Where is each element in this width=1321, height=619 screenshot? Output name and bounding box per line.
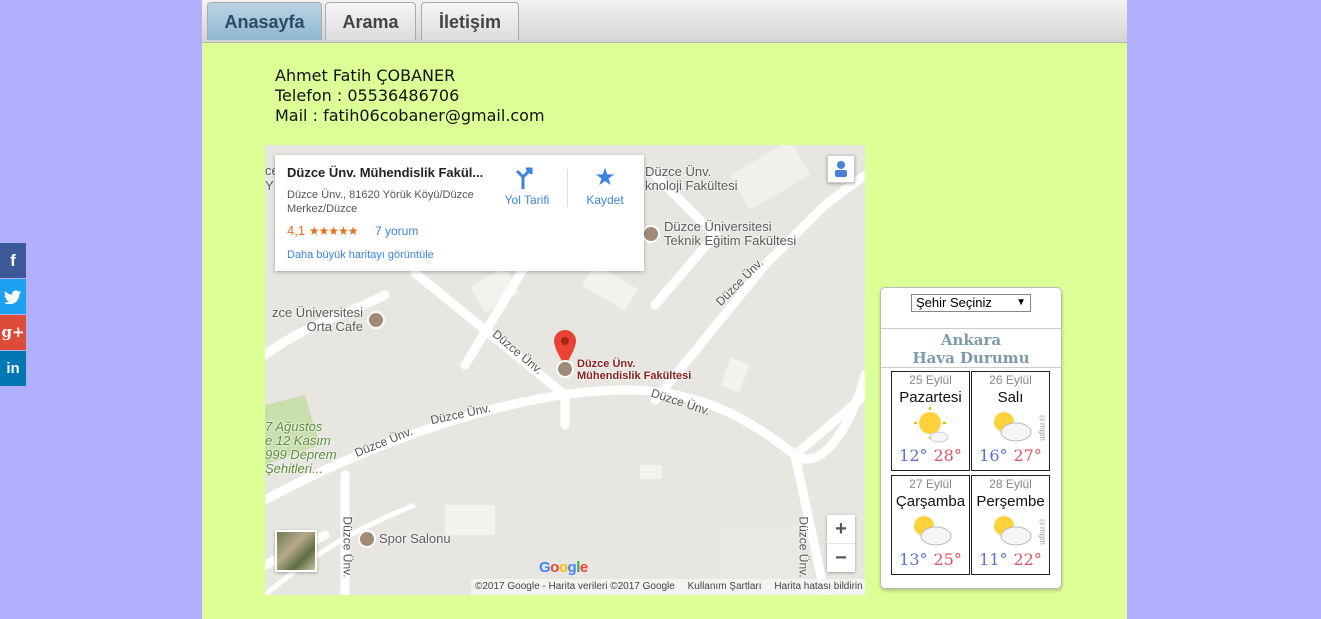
- forecast-day-name: Salı: [997, 389, 1024, 406]
- cafe-poi-icon: [367, 311, 385, 329]
- place-address: Düzce Ünv., 81620 Yörük Köyü/Düzce Merke…: [287, 189, 474, 215]
- mgm-credit: ©mgm: [1038, 518, 1047, 545]
- google-logo: Google: [539, 559, 588, 576]
- forecast-date: 27 Eylül: [909, 477, 952, 491]
- weather-heading: Ankara Hava Durumu: [881, 331, 1061, 367]
- star-icon: ★: [594, 164, 616, 191]
- forecast-date: 25 Eylül: [909, 373, 952, 387]
- forecast-min-temp: 13°: [899, 550, 928, 569]
- directions-label: Yol Tarifi: [504, 193, 550, 207]
- zoom-controls: + −: [827, 515, 855, 572]
- forecast-day-name: Çarşamba: [895, 493, 966, 510]
- university-poi-icon: [642, 225, 660, 243]
- forecast-max-temp: 25°: [933, 550, 962, 569]
- facebook-icon[interactable]: f: [0, 243, 26, 278]
- forecast-min-temp: 11°: [979, 550, 1008, 569]
- map-label-agustos: 7 Ağustos e 12 Kasım 999 Deprem Şehitler…: [265, 419, 337, 476]
- city-select-label: Şehir Seçiniz: [916, 295, 992, 310]
- report-error-link[interactable]: Harita hatası bildirin: [774, 581, 862, 592]
- linkedin-icon[interactable]: in: [0, 351, 26, 386]
- attribution-text: ©2017 Google - Harita verileri ©2017 Goo…: [475, 581, 675, 592]
- twitter-icon[interactable]: [0, 279, 26, 314]
- google-plus-icon[interactable]: g+: [0, 315, 26, 350]
- forecast-day: 25 Eylül Pazartesi 12° 28°: [891, 371, 970, 471]
- zoom-out-button[interactable]: −: [827, 544, 855, 572]
- rating-stars-icon: ★★★★★: [308, 224, 359, 238]
- forecast-day-name: Pazartesi: [899, 389, 962, 406]
- dropdown-arrow-icon: ▼: [1016, 297, 1026, 308]
- forecast-day: 27 Eylül Çarşamba 13° 25°: [891, 475, 970, 575]
- map-label-cafe: zce Üniversitesi Orta Cafe: [271, 305, 363, 334]
- content-area: Anasayfa Arama İletişim Ahmet Fatih ÇOBA…: [202, 0, 1127, 619]
- contact-name: Ahmet Fatih ÇOBANER: [275, 66, 456, 85]
- card-divider: [567, 169, 568, 207]
- weather-title: Hava Durumu: [912, 349, 1030, 367]
- weather-divider: [881, 367, 1061, 368]
- zoom-in-button[interactable]: +: [827, 515, 855, 544]
- forecast-min-temp: 12°: [899, 446, 928, 465]
- map-label-teknik: Düzce Üniversitesi Teknik Eğitim Fakülte…: [664, 219, 797, 248]
- street-view-pegman-icon[interactable]: [827, 155, 855, 183]
- weather-widget: Şehir Seçiniz ▼ Ankara Hava Durumu 25 Ey…: [880, 287, 1062, 589]
- directions-button[interactable]: Yol Tarifi: [497, 163, 557, 207]
- directions-icon: [515, 167, 533, 189]
- map-label-road-6: Düzce Ünv.: [340, 516, 355, 578]
- save-button[interactable]: ★ Kaydet: [575, 163, 635, 207]
- bigger-map-link[interactable]: Daha büyük haritayı görüntüle: [287, 249, 434, 261]
- map-label-spor: Spor Salonu: [379, 531, 451, 546]
- mgm-credit: ©mgm: [1038, 414, 1047, 441]
- save-label: Kaydet: [586, 193, 624, 207]
- tab-bar: Anasayfa Arama İletişim: [202, 0, 1127, 43]
- spor-poi-icon: [358, 530, 376, 548]
- tab-arama[interactable]: Arama: [325, 2, 416, 40]
- forecast-day: 28 Eylül Perşembe ©mgm 11° 22°: [971, 475, 1050, 575]
- reviews-link[interactable]: 7 yorum: [375, 224, 418, 238]
- map-label-muh: Düzce Ünv. Mühendislik Fakültesi: [577, 358, 692, 382]
- contact-info: Ahmet Fatih ÇOBANER Telefon : 0553648670…: [275, 66, 545, 126]
- city-select[interactable]: Şehir Seçiniz ▼: [911, 294, 1031, 312]
- contact-mail: Mail : fatih06cobaner@gmail.com: [275, 106, 545, 125]
- place-title[interactable]: Düzce Ünv. Mühendislik Fakül...: [287, 165, 487, 180]
- place-rating: 4,1 ★★★★★: [287, 223, 358, 238]
- satellite-toggle-thumbnail[interactable]: [275, 530, 317, 572]
- rating-value: 4,1: [287, 223, 306, 238]
- embedded-map[interactable]: Düzce Ünv. knoloji Fakültesi Düzce Ünive…: [265, 145, 865, 595]
- forecast-min-temp: 16°: [979, 446, 1008, 465]
- forecast-date: 26 Eylül: [989, 373, 1032, 387]
- forecast-day: 26 Eylül Salı ©mgm 16° 27°: [971, 371, 1050, 471]
- tab-anasayfa[interactable]: Anasayfa: [207, 2, 322, 40]
- map-label-road-7: Düzce Ünv.: [796, 516, 811, 578]
- forecast-date: 28 Eylül: [989, 477, 1032, 491]
- forecast-day-name: Perşembe: [976, 493, 1045, 510]
- map-attribution: ©2017 Google - Harita verileri ©2017 Goo…: [471, 579, 865, 595]
- forecast-max-temp: 22°: [1013, 550, 1042, 569]
- map-label-teknoloji: Düzce Ünv. knoloji Fakültesi: [645, 164, 738, 193]
- place-info-card: Düzce Ünv. Mühendislik Fakül... Düzce Ün…: [275, 155, 644, 271]
- weather-divider: [881, 328, 1061, 329]
- contact-phone: Telefon : 05536486706: [275, 86, 460, 105]
- terms-link[interactable]: Kullanım Şartları: [688, 581, 762, 592]
- weather-city: Ankara: [940, 331, 1002, 349]
- sun-icon: [892, 406, 969, 446]
- partly-cloudy-icon: [892, 510, 969, 550]
- forecast-max-temp: 28°: [933, 446, 962, 465]
- tab-iletisim[interactable]: İletişim: [421, 2, 519, 40]
- forecast-max-temp: 27°: [1013, 446, 1042, 465]
- muh-poi-icon: [556, 360, 574, 378]
